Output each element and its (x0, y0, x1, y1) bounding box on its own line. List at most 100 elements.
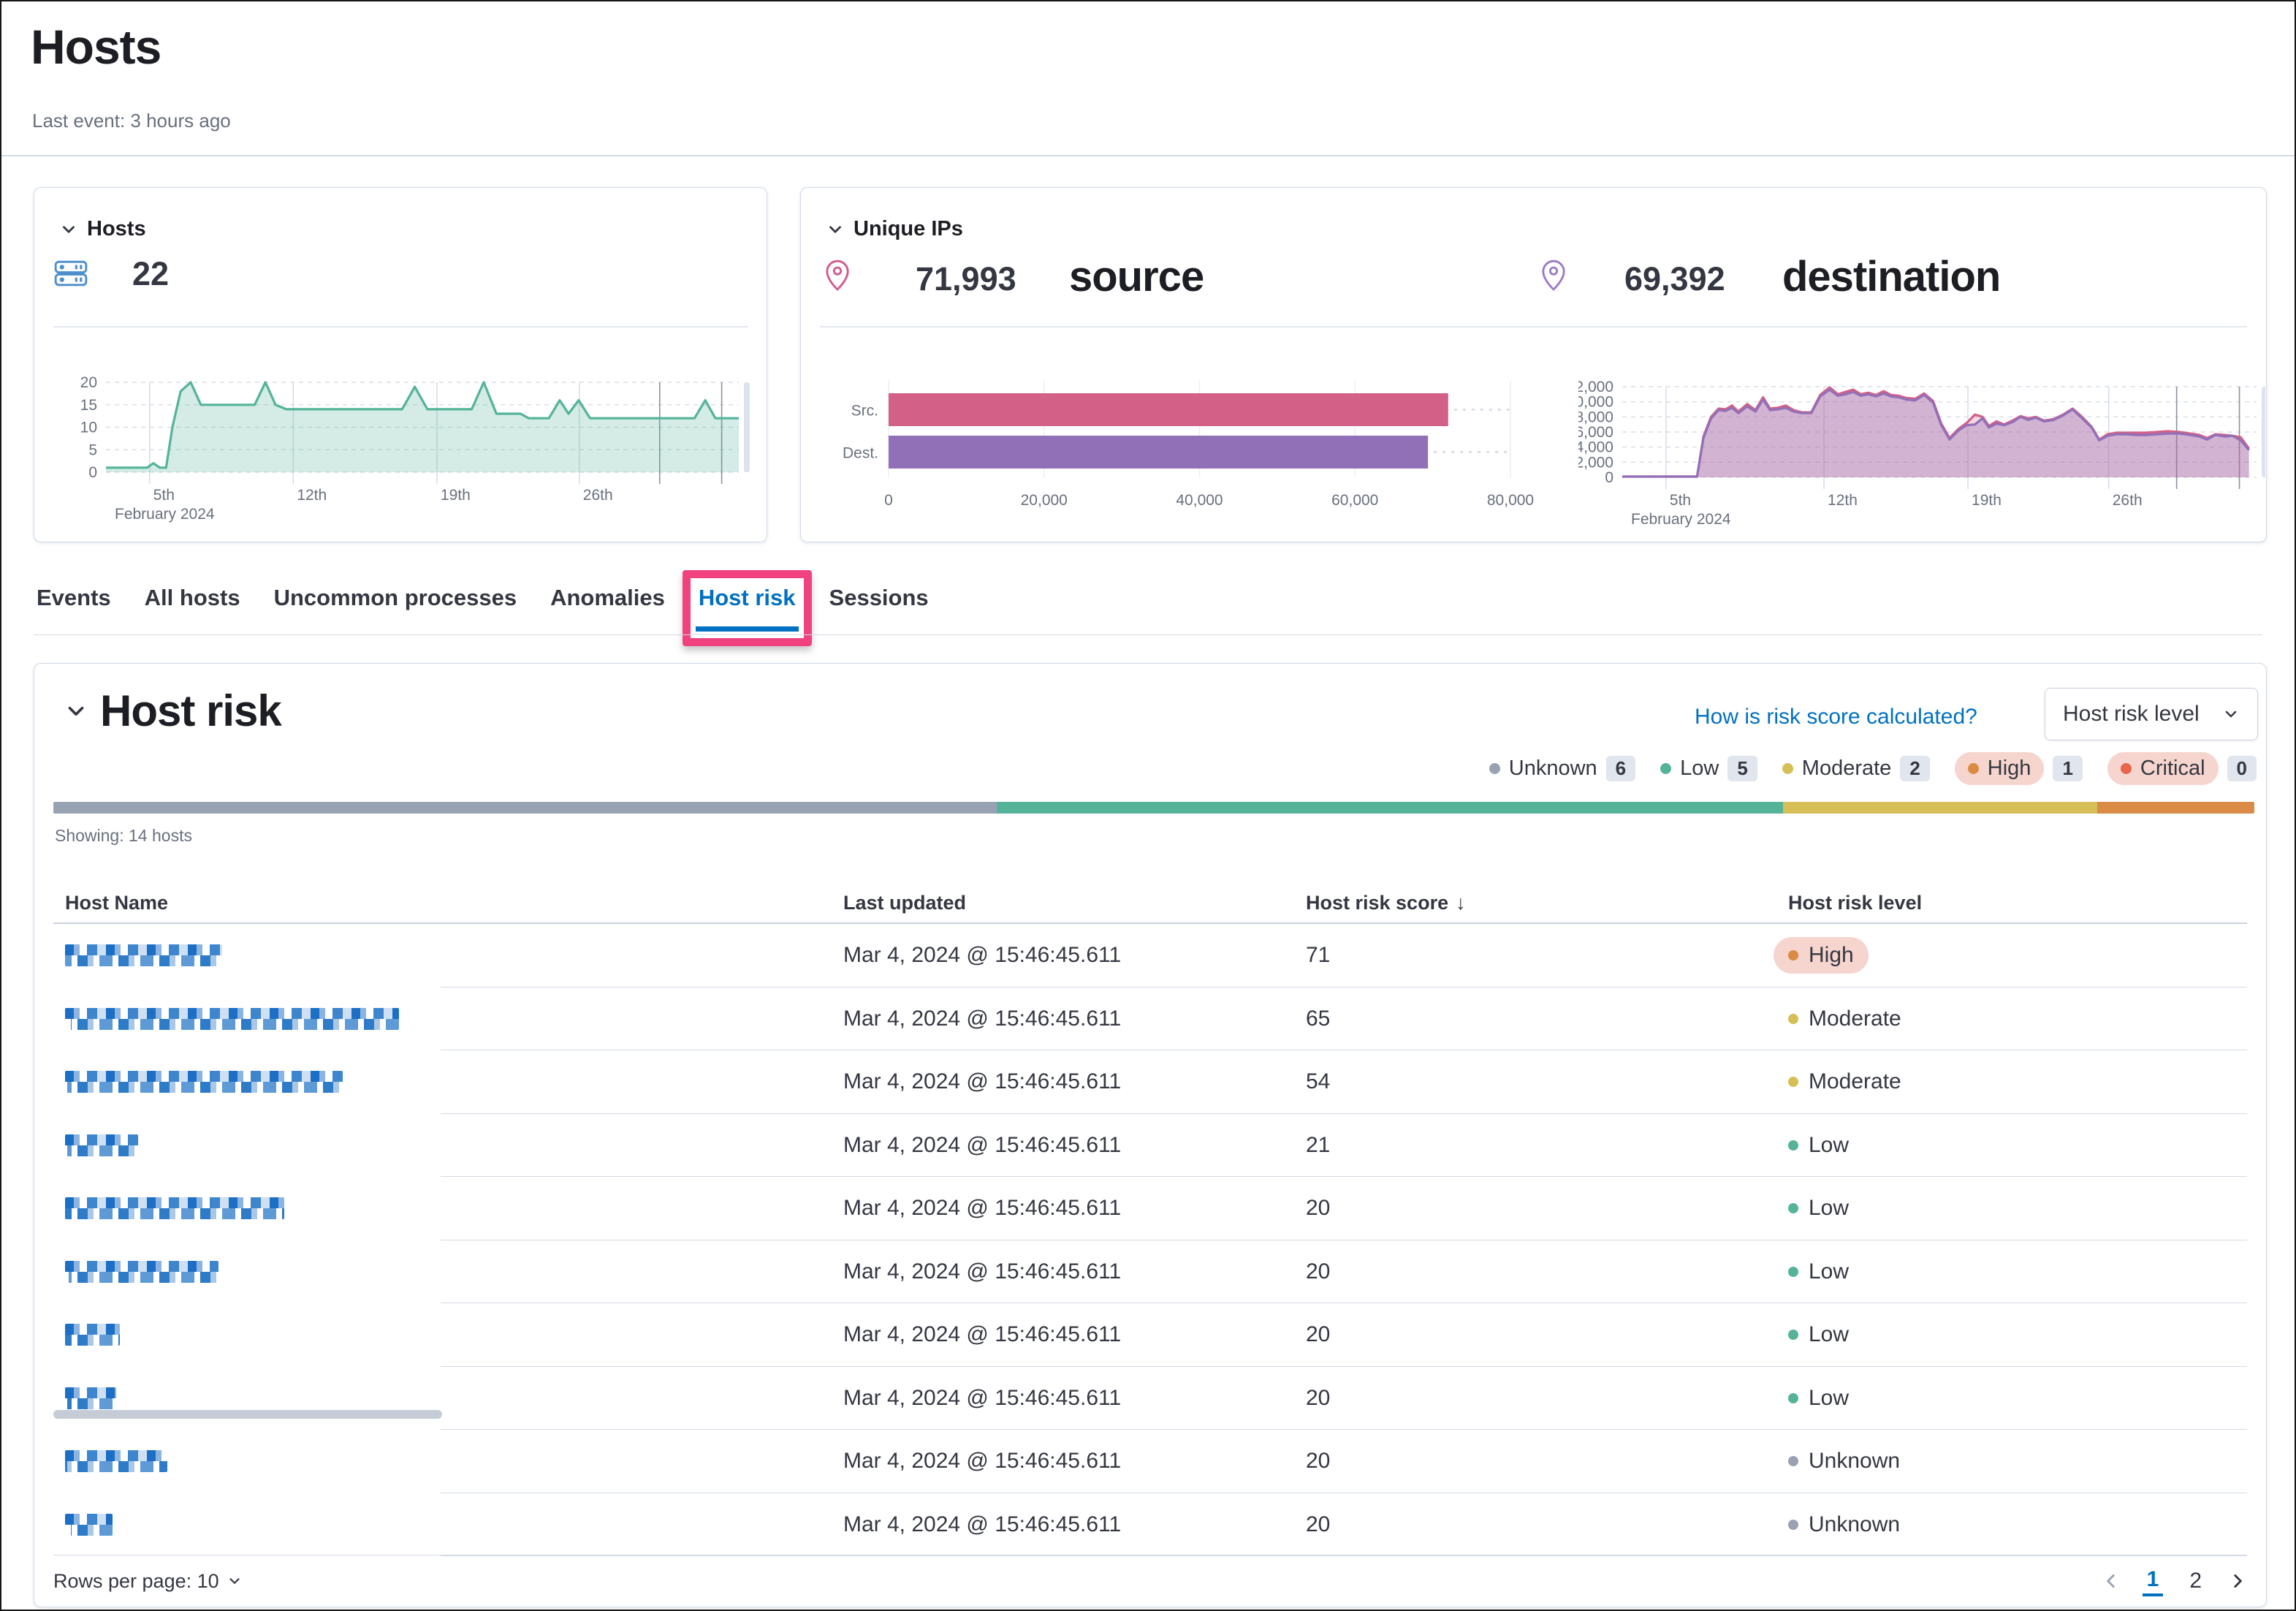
collapse-chevron-icon[interactable] (64, 699, 88, 724)
svg-text:2,000: 2,000 (1578, 454, 1613, 471)
risk-dot-icon (1788, 1330, 1798, 1340)
storage-icon (54, 260, 88, 287)
svg-text:20,000: 20,000 (1021, 492, 1068, 509)
risk-score-cell: 54 (1306, 1069, 1330, 1094)
pagination-next-button[interactable] (2228, 1572, 2247, 1591)
risk-score-cell: 20 (1306, 1386, 1330, 1411)
svg-text:0: 0 (88, 464, 97, 481)
destination-pin-icon (1539, 257, 1568, 293)
last-updated-cell: Mar 4, 2024 @ 15:46:45.611 (843, 1386, 1121, 1411)
column-header-host-risk-score[interactable]: Host risk score ↓ (1306, 892, 1466, 914)
tab-host-risk[interactable]: Host risk (699, 580, 796, 615)
column-header-last-updated[interactable]: Last updated (843, 892, 966, 914)
risk-segment-moderate (1783, 802, 2097, 814)
svg-text:15: 15 (80, 397, 97, 414)
legend-item-high[interactable]: High1 (1955, 752, 2083, 785)
pagination-page-1[interactable]: 1 (2143, 1566, 2164, 1596)
svg-text:26th: 26th (583, 487, 613, 504)
host-risk-title: Host risk (100, 686, 281, 736)
svg-text:19th: 19th (1972, 492, 2002, 509)
collapse-chevron-icon[interactable] (826, 220, 845, 239)
tab-all-hosts[interactable]: All hosts (145, 580, 240, 615)
svg-text:20: 20 (80, 374, 97, 391)
svg-text:February 2024: February 2024 (115, 506, 215, 523)
host-name-link-redacted[interactable] (65, 1514, 113, 1536)
tab-events[interactable]: Events (37, 580, 111, 615)
host-risk-table-body: Mar 4, 2024 @ 15:46:45.61171HighMar 4, 2… (34, 924, 2266, 1556)
svg-text:February 2024: February 2024 (1631, 511, 1731, 528)
source-pin-icon (823, 257, 852, 293)
svg-text:0: 0 (884, 492, 893, 509)
risk-dot-icon (2121, 763, 2132, 774)
legend-item-moderate[interactable]: Moderate2 (1782, 756, 1930, 781)
risk-segment-low (997, 802, 1783, 814)
last-updated-cell: Mar 4, 2024 @ 15:46:45.611 (843, 1133, 1121, 1158)
legend-count-badge: 5 (1727, 756, 1757, 781)
risk-distribution-bar (53, 802, 2254, 814)
risk-level-cell: Moderate (1788, 1007, 1901, 1031)
legend-item-unknown[interactable]: Unknown6 (1489, 756, 1635, 781)
last-updated-cell: Mar 4, 2024 @ 15:46:45.611 (843, 1449, 1121, 1474)
svg-text:12th: 12th (1828, 492, 1858, 509)
host-name-link-redacted[interactable] (65, 1008, 399, 1030)
legend-item-critical[interactable]: Critical0 (2107, 752, 2257, 785)
risk-dot-icon (1788, 1267, 1798, 1277)
last-updated-cell: Mar 4, 2024 @ 15:46:45.611 (843, 1069, 1121, 1094)
svg-text:6,000: 6,000 (1578, 424, 1613, 441)
last-updated-cell: Mar 4, 2024 @ 15:46:45.611 (843, 1259, 1121, 1284)
risk-score-cell: 20 (1306, 1196, 1330, 1221)
host-name-link-redacted[interactable] (65, 1387, 116, 1409)
risk-level-cell: Low (1788, 1322, 1849, 1347)
host-name-link-redacted[interactable] (65, 1134, 138, 1156)
host-name-link-redacted[interactable] (65, 944, 222, 966)
table-row: Mar 4, 2024 @ 15:46:45.61120Low (34, 1177, 2266, 1240)
collapse-chevron-icon[interactable] (59, 220, 78, 239)
risk-level-cell: Unknown (1788, 1512, 1900, 1537)
rows-per-page-button[interactable]: Rows per page: 10 (53, 1570, 243, 1593)
last-updated-cell: Mar 4, 2024 @ 15:46:45.611 (843, 943, 1121, 968)
host-name-link-redacted[interactable] (65, 1450, 167, 1472)
legend-item-low[interactable]: Low5 (1660, 756, 1757, 781)
column-header-host-risk-level[interactable]: Host risk level (1788, 892, 1922, 914)
tab-anomalies[interactable]: Anomalies (550, 580, 665, 615)
risk-level-cell: Low (1788, 1196, 1849, 1221)
risk-score-help-link[interactable]: How is risk score calculated? (1695, 705, 1977, 729)
svg-text:8,000: 8,000 (1578, 409, 1613, 425)
host-name-link-redacted[interactable] (65, 1261, 218, 1283)
legend-count-badge: 0 (2227, 756, 2257, 781)
last-updated-cell: Mar 4, 2024 @ 15:46:45.611 (843, 1512, 1121, 1537)
legend-count-badge: 2 (1900, 756, 1929, 781)
table-horizontal-scrollbar[interactable] (53, 1410, 442, 1419)
tab-uncommon-processes[interactable]: Uncommon processes (274, 580, 517, 615)
column-header-host-name[interactable]: Host Name (65, 892, 168, 914)
pagination: 12 (2102, 1566, 2247, 1596)
pagination-page-2[interactable]: 2 (2185, 1567, 2206, 1595)
svg-text:5th: 5th (1670, 492, 1691, 509)
svg-text:40,000: 40,000 (1176, 492, 1223, 509)
svg-text:26th: 26th (2113, 492, 2143, 509)
host-name-link-redacted[interactable] (65, 1197, 284, 1219)
unique-ips-title: Unique IPs (854, 217, 963, 241)
last-updated-cell: Mar 4, 2024 @ 15:46:45.611 (843, 1322, 1121, 1347)
host-risk-level-filter-button[interactable]: Host risk level (2045, 688, 2258, 740)
host-name-link-redacted[interactable] (65, 1324, 120, 1346)
tabs-divider (34, 634, 2262, 635)
active-tab-underline (696, 626, 799, 632)
unique-ips-bar-chart: 020,00040,00060,00080,000Src.Dest. (823, 368, 1554, 536)
unique-ips-kpi-panel: Unique IPs 71,993 source 69,392 destinat… (800, 187, 2267, 542)
risk-level-legend: Unknown6 Low5 Moderate2 High1 Critical0 (1489, 750, 2257, 786)
last-updated-cell: Mar 4, 2024 @ 15:46:45.611 (843, 1007, 1121, 1031)
tab-sessions[interactable]: Sessions (829, 580, 929, 615)
pagination-previous-button[interactable] (2102, 1572, 2121, 1591)
hosts-kpi-panel: Hosts 22 051015205th12th19th26thFebruary… (34, 187, 767, 542)
showing-count: Showing: 14 hosts (55, 826, 192, 846)
risk-level-cell: Unknown (1788, 1449, 1900, 1474)
hosts-count: 22 (132, 255, 169, 293)
risk-dot-icon (1788, 1393, 1798, 1403)
source-label: source (1069, 252, 1204, 301)
risk-level-cell: Low (1788, 1386, 1849, 1411)
table-row: Mar 4, 2024 @ 15:46:45.61154Moderate (34, 1050, 2266, 1114)
host-name-link-redacted[interactable] (65, 1071, 343, 1093)
svg-text:5th: 5th (153, 487, 175, 504)
header-divider (1, 155, 2295, 156)
